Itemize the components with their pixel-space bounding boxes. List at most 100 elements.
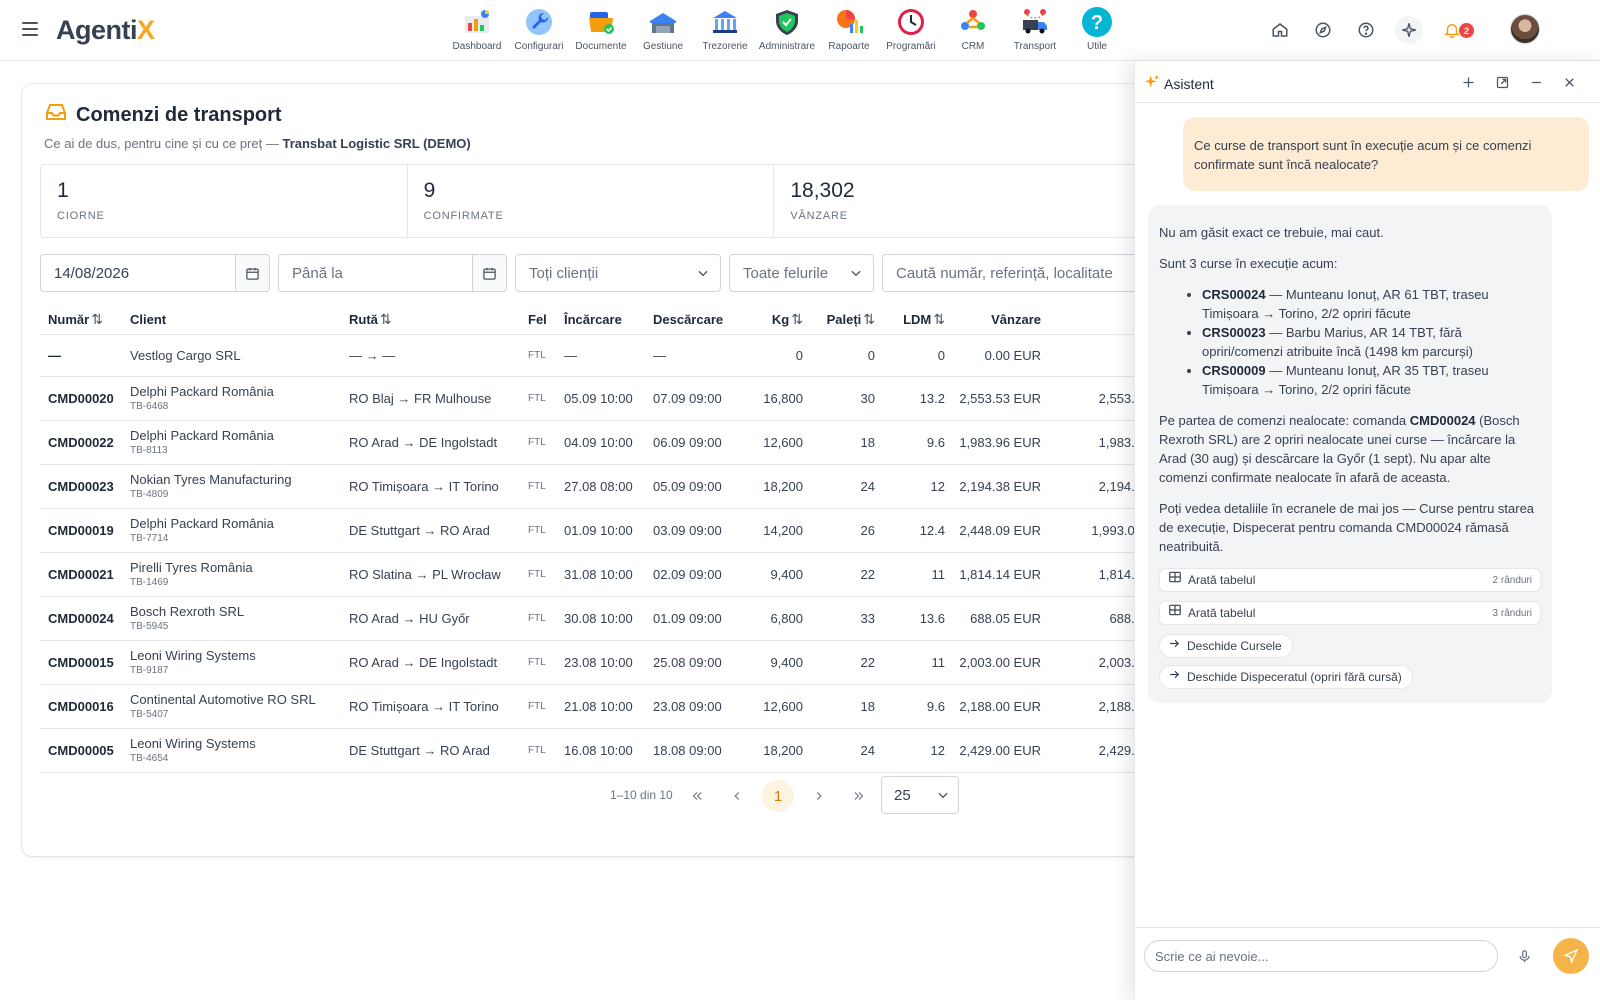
wrench-icon xyxy=(523,6,555,38)
cell-descarcare: 18.08 09:00 xyxy=(653,728,741,773)
module-configurari[interactable]: Configurari xyxy=(508,6,570,52)
cell-paleti: 26 xyxy=(803,508,875,553)
stat-confirmate: 9 CONFIRMATE xyxy=(408,165,775,237)
arrow-right-icon xyxy=(1168,668,1181,687)
cell-extra: 1,983.9 xyxy=(1045,420,1142,465)
module-documente[interactable]: Documente xyxy=(570,6,632,52)
calendar-icon[interactable] xyxy=(235,255,269,291)
module-crm[interactable]: CRM xyxy=(942,6,1004,52)
per-page-select[interactable]: 25 xyxy=(881,776,959,814)
cell-incarcare: 21.08 10:00 xyxy=(564,684,653,729)
cell-ldm: 13.6 xyxy=(875,596,945,641)
cell-extra: 688.0 xyxy=(1045,596,1142,641)
show-table-button-1[interactable]: Arată tabelul 2 rânduri xyxy=(1159,568,1541,592)
cell-incarcare: 01.09 10:00 xyxy=(564,508,653,553)
next-page-icon[interactable] xyxy=(803,780,835,812)
col-numar[interactable]: Număr ⇅ xyxy=(40,306,130,335)
cell-ldm: 12 xyxy=(875,728,945,773)
col-ruta[interactable]: Rută ⇅ xyxy=(349,306,528,335)
type-select[interactable]: Toate felurile xyxy=(729,254,874,292)
course-list: CRS00024 — Munteanu Ionuț, AR 61 TBT, tr… xyxy=(1159,285,1541,399)
cell-paleti: 18 xyxy=(803,420,875,465)
module-rapoarte[interactable]: Rapoarte xyxy=(818,6,880,52)
date-from-field[interactable]: 14/08/2026 xyxy=(40,254,270,292)
cell-vanzare: 2,188.00 EUR xyxy=(945,684,1045,729)
col-paleti[interactable]: Paleți ⇅ xyxy=(803,306,875,335)
help-circle-icon[interactable] xyxy=(1352,16,1380,44)
cell-numar: — xyxy=(40,334,130,377)
cell-kg: 16,800 xyxy=(741,376,803,421)
table-row[interactable]: CMD00016 Continental Automotive RO SRL TB-… xyxy=(40,684,1142,729)
cell-extra: 2,553.5 xyxy=(1045,376,1142,421)
user-avatar[interactable] xyxy=(1510,14,1540,44)
open-dispatch-link[interactable]: Deschide Dispeceratul (opriri fără cursă… xyxy=(1159,665,1413,689)
table-row[interactable]: CMD00020 Delphi Packard România TB-6468 RO … xyxy=(40,376,1142,421)
col-vanzare: Vânzare xyxy=(945,306,1045,335)
module-trezorerie[interactable]: Trezorerie xyxy=(694,6,756,52)
close-icon[interactable] xyxy=(1558,71,1580,93)
client-ref: TB-8113 xyxy=(130,445,168,456)
table-row[interactable]: CMD00019 Delphi Packard România TB-7714 DE … xyxy=(40,508,1142,553)
send-button[interactable] xyxy=(1553,938,1589,974)
table-row[interactable]: — Vestlog Cargo SRL — → — FTL — —0 0 0 0.00 EUR xyxy=(40,334,1142,377)
col-ldm[interactable]: LDM ⇅ xyxy=(875,306,945,335)
cell-incarcare: 27.08 08:00 xyxy=(564,464,653,509)
cell-numar: CMD00020 xyxy=(40,376,130,421)
table-icon xyxy=(1168,570,1182,590)
calendar-icon[interactable] xyxy=(472,255,506,291)
pagination: 1–10 din 10 1 25 xyxy=(22,776,1142,816)
stats-bar: 1 CIORNE 9 CONFIRMATE 18,302 VÂNZARE xyxy=(40,164,1142,238)
pagination-range: 1–10 din 10 xyxy=(610,788,673,802)
cell-paleti: 24 xyxy=(803,728,875,773)
minimize-icon[interactable] xyxy=(1525,71,1547,93)
cell-ruta: RO Slatina → PL Wrocław xyxy=(349,552,528,597)
microphone-icon[interactable] xyxy=(1513,945,1535,967)
module-administrare[interactable]: Administrare xyxy=(756,6,818,52)
help-icon: ? xyxy=(1081,6,1113,38)
last-page-icon[interactable] xyxy=(843,780,875,812)
module-transport[interactable]: Transport xyxy=(1004,6,1066,52)
table-row[interactable]: CMD00021 Pirelli Tyres România TB-1469 RO S… xyxy=(40,552,1142,597)
table-row[interactable]: CMD00015 Leoni Wiring Systems TB-9187 RO Ar… xyxy=(40,640,1142,685)
table-row[interactable]: CMD00023 Nokian Tyres Manufacturing TB-480… xyxy=(40,464,1142,509)
prev-page-icon[interactable] xyxy=(721,780,753,812)
cell-ldm: 9.6 xyxy=(875,420,945,465)
client-ref: TB-4809 xyxy=(130,489,169,500)
open-courses-link[interactable]: Deschide Cursele xyxy=(1159,634,1293,658)
client-ref: TB-4654 xyxy=(130,753,169,764)
module-utile[interactable]: ? Utile xyxy=(1066,6,1128,52)
search-input[interactable]: Caută număr, referință, localitate xyxy=(882,254,1142,292)
cell-client: Vestlog Cargo SRL xyxy=(130,334,349,377)
arrow-right-icon xyxy=(1168,637,1181,656)
table-row[interactable]: CMD00005 Leoni Wiring Systems TB-4654 DE St… xyxy=(40,728,1142,773)
new-chat-icon[interactable] xyxy=(1457,71,1479,93)
message-input[interactable] xyxy=(1144,940,1498,972)
col-kg[interactable]: Kg ⇅ xyxy=(741,306,803,335)
module-programari[interactable]: Programări xyxy=(880,6,942,52)
app-logo[interactable]: AgentiX xyxy=(56,15,155,46)
assistant-sparkle-icon[interactable] xyxy=(1395,16,1423,44)
menu-icon[interactable] xyxy=(22,22,38,36)
first-page-icon[interactable] xyxy=(681,780,713,812)
client-ref: TB-1469 xyxy=(130,577,169,588)
compass-icon[interactable] xyxy=(1309,16,1337,44)
cell-kg: 9,400 xyxy=(741,640,803,685)
cell-kg: 12,600 xyxy=(741,684,803,729)
cell-ldm: 9.6 xyxy=(875,684,945,729)
module-gestiune[interactable]: Gestiune xyxy=(632,6,694,52)
bell-icon[interactable]: 2 xyxy=(1438,16,1474,44)
cell-client: Delphi Packard România TB-6468 xyxy=(130,376,349,421)
table-row[interactable]: CMD00024 Bosch Rexroth SRL TB-5945 RO Arad … xyxy=(40,596,1142,641)
page-1-button[interactable]: 1 xyxy=(762,780,794,812)
sort-icon: ⇅ xyxy=(933,311,945,328)
client-select[interactable]: Toți clienții xyxy=(515,254,721,292)
home-icon[interactable] xyxy=(1266,16,1294,44)
module-dashboard[interactable]: Dashboard xyxy=(446,6,508,52)
date-to-field[interactable]: Până la xyxy=(278,254,507,292)
cell-kg: 0 xyxy=(741,334,803,377)
table-row[interactable]: CMD00022 Delphi Packard România TB-8113 RO … xyxy=(40,420,1142,465)
show-table-button-2[interactable]: Arată tabelul 3 rânduri xyxy=(1159,601,1541,625)
crm-icon xyxy=(957,6,989,38)
expand-icon[interactable] xyxy=(1491,71,1513,93)
cell-vanzare: 1,814.14 EUR xyxy=(945,552,1045,597)
